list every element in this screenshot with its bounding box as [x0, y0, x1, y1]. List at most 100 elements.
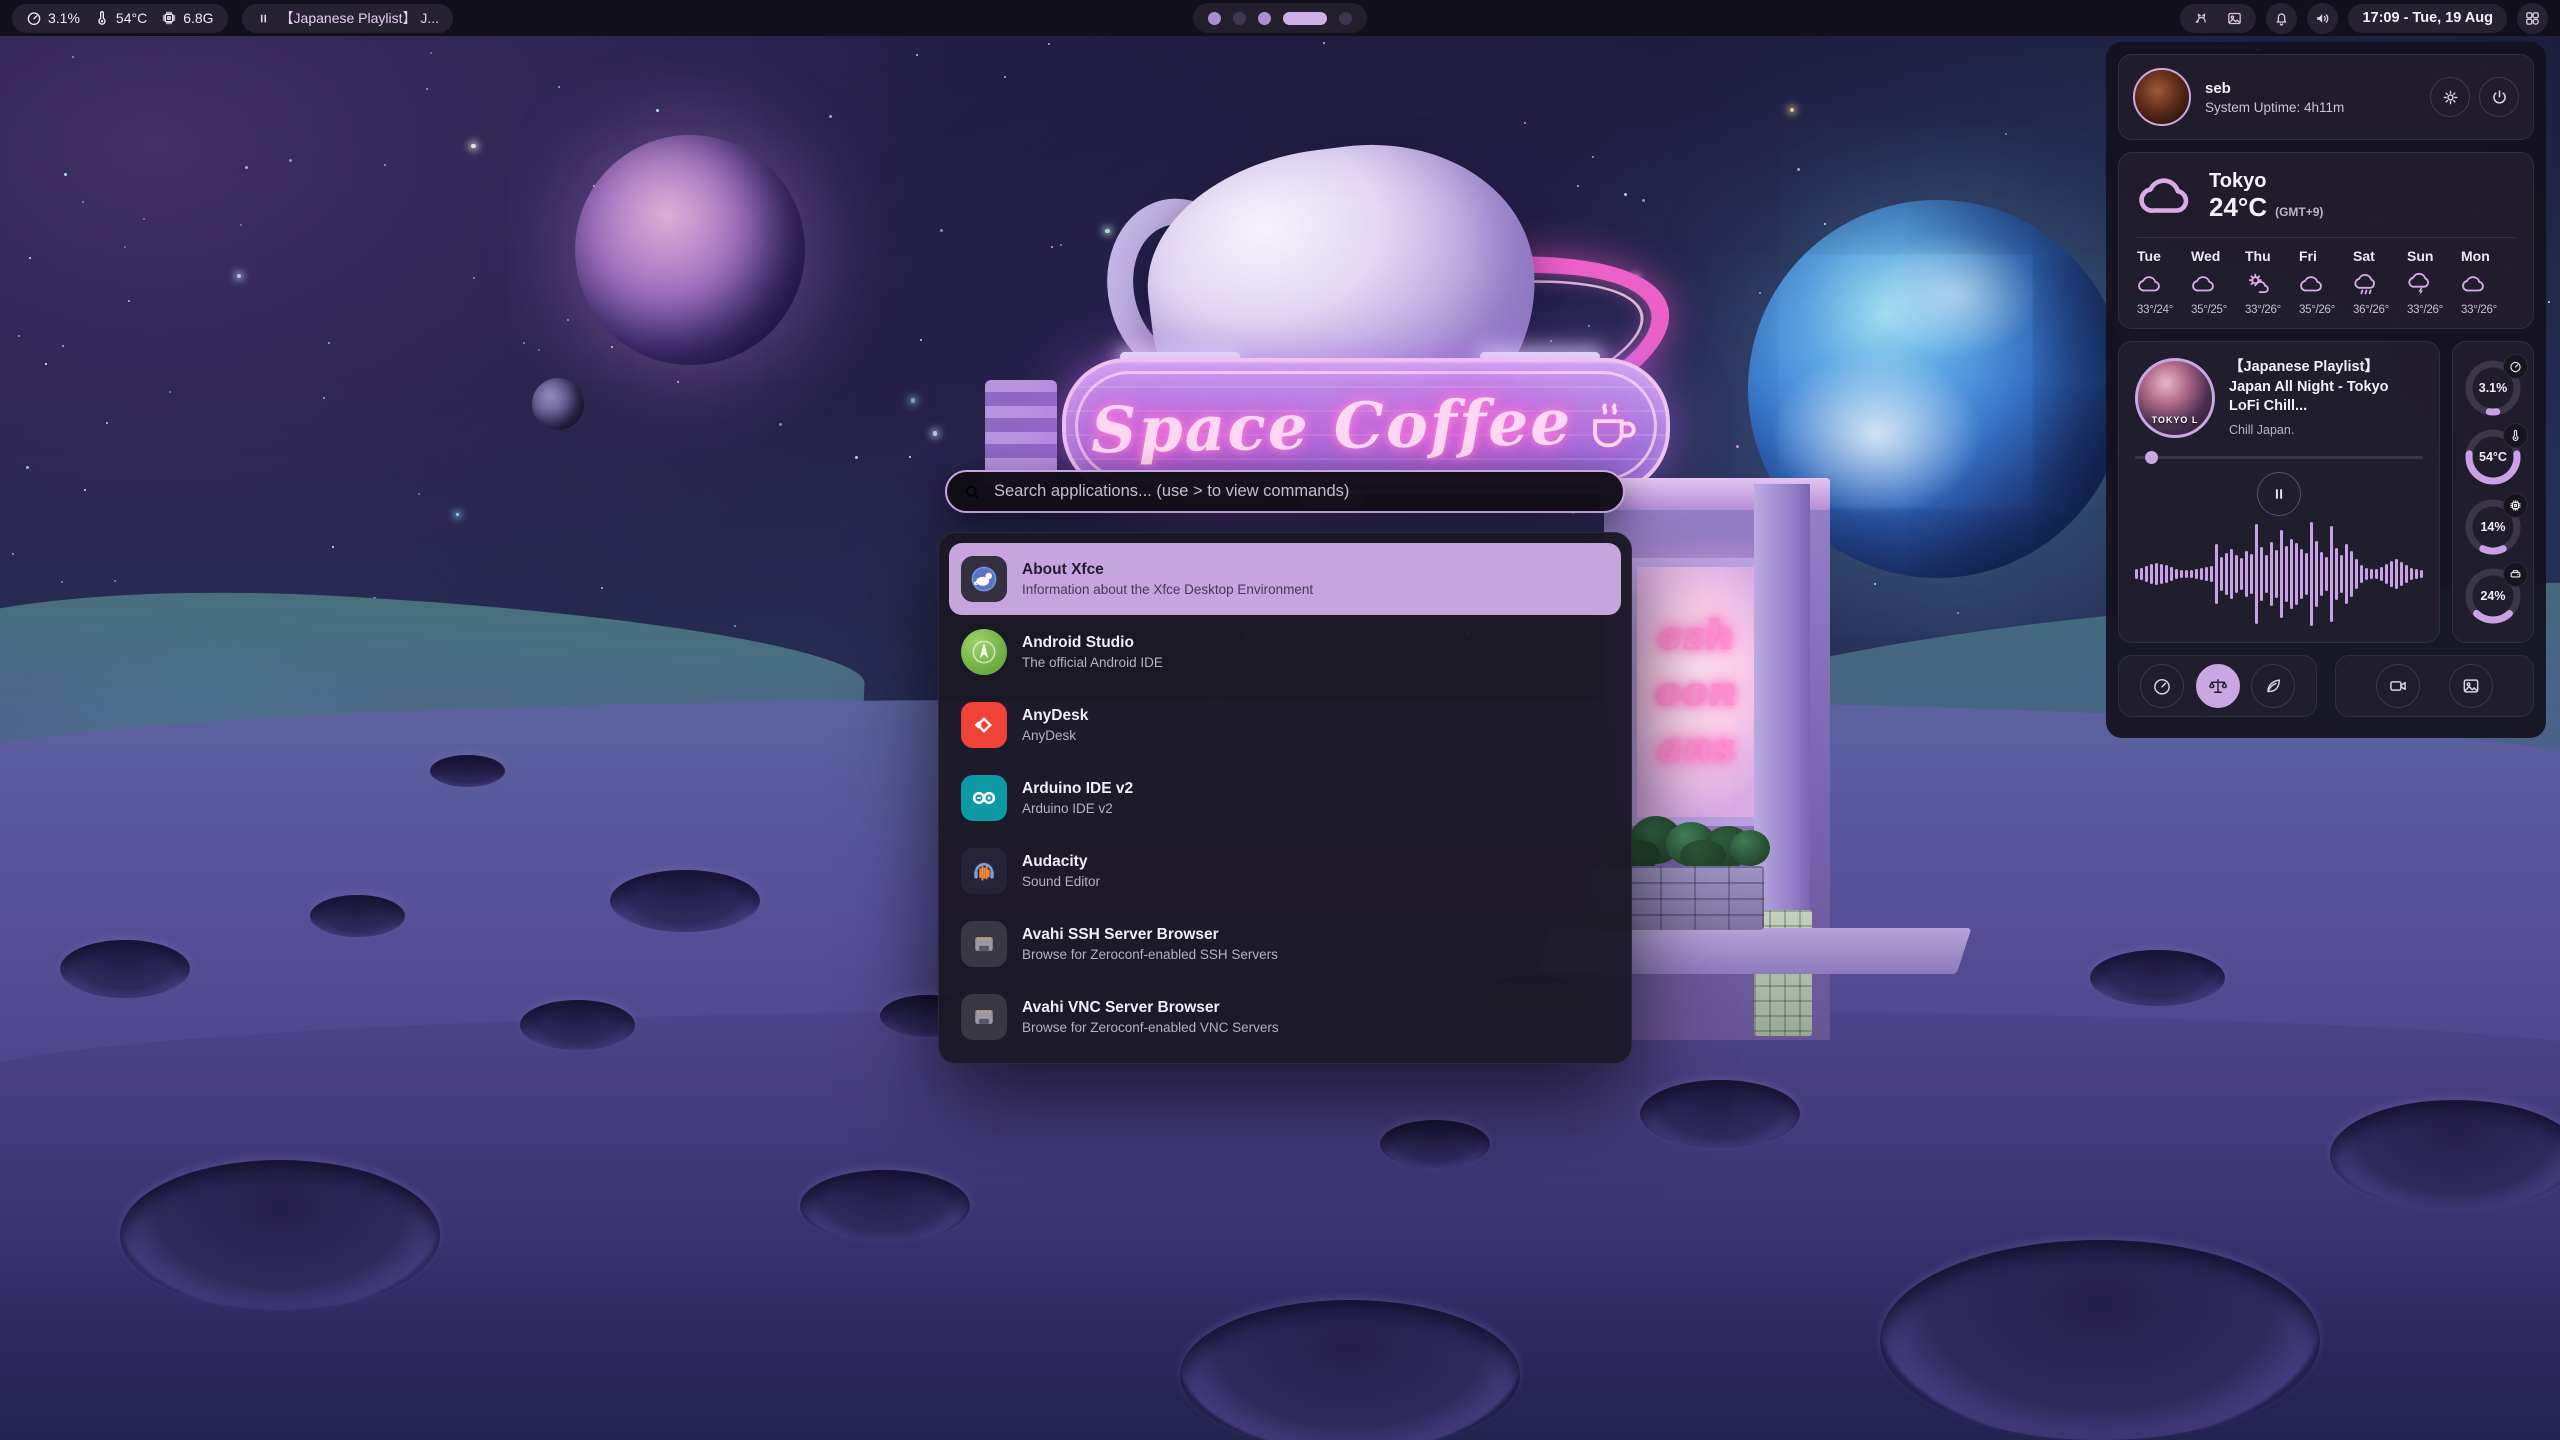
app-list-item-selected[interactable]: About XfceInformation about the Xfce Des… [949, 543, 1621, 615]
app-description: AnyDesk [1022, 727, 1088, 745]
waveform-bar [2220, 557, 2223, 590]
workspace-indicator[interactable] [1193, 3, 1367, 33]
workspace-dot-3[interactable] [1258, 12, 1271, 25]
launcher-search-bar[interactable] [945, 470, 1625, 513]
seek-thumb[interactable] [2145, 451, 2158, 464]
window-neon-text: esh [1657, 616, 1734, 656]
pause-button[interactable] [2257, 472, 2301, 516]
weather-city: Tokyo [2209, 170, 2323, 192]
waveform-bar [2150, 564, 2153, 585]
pause-icon [2270, 485, 2288, 503]
cloud-icon [2137, 271, 2163, 297]
storm-icon [2407, 271, 2433, 297]
moon-crater [800, 1170, 970, 1242]
app-list-item[interactable]: Avahi SSH Server BrowserBrowse for Zeroc… [949, 908, 1621, 980]
waveform-bar [2260, 547, 2263, 601]
settings-button[interactable] [2430, 77, 2470, 117]
waveform-bar [2360, 565, 2363, 584]
waveform-bar [2245, 551, 2248, 597]
image-icon [2226, 10, 2243, 27]
clock-pill[interactable]: 17:09 - Tue, 19 Aug [2348, 4, 2507, 33]
search-icon [963, 483, 981, 501]
quick-actions-left [2118, 655, 2317, 717]
media-player-pill[interactable]: 【Japanese Playlist】 J... [242, 4, 454, 33]
seek-bar[interactable] [2135, 450, 2423, 464]
media-pill-label: 【Japanese Playlist】 J... [280, 8, 440, 28]
volume-button[interactable] [2307, 3, 2338, 34]
top-bar: 3.1% 54°C 6.8G 【Japanese Playlist】 J... … [0, 0, 2560, 36]
temp-stat: 54°C [94, 10, 147, 26]
workspace-dot-2[interactable] [1233, 12, 1246, 25]
app-list-item[interactable]: AnyDeskAnyDesk [949, 689, 1621, 761]
forecast-day-fri: Fri35°/26° [2299, 248, 2353, 316]
power-button[interactable] [2479, 77, 2519, 117]
forecast-day-tue: Tue33°/24° [2137, 248, 2191, 316]
scales-quick-button[interactable] [2196, 664, 2240, 708]
waveform-bar [2275, 550, 2278, 598]
bell-icon [2273, 10, 2290, 27]
power-icon [2490, 88, 2509, 107]
moon-crater [1180, 1300, 1520, 1440]
waveform-bar [2390, 561, 2393, 587]
speedometer-quick-button[interactable] [2140, 664, 2184, 708]
grid-icon [2524, 10, 2541, 27]
cloud-icon [2137, 167, 2195, 225]
app-list-item[interactable]: AudacitySound Editor [949, 835, 1621, 907]
bell-icon [2273, 10, 2290, 27]
waveform-bar [2200, 568, 2203, 579]
app-list-item[interactable]: Arduino IDE v2Arduino IDE v2 [949, 762, 1621, 834]
search-input[interactable] [992, 481, 1607, 502]
dashboard-button[interactable] [2517, 3, 2548, 34]
utilities-pill[interactable] [2180, 4, 2256, 33]
sidebar-panel: seb System Uptime: 4h11m Tokyo 24°C (GMT… [2106, 42, 2546, 738]
waveform-bar [2215, 544, 2218, 604]
app-list-item[interactable]: Avahi VNC Server BrowserBrowse for Zeroc… [949, 981, 1621, 1053]
waveform-bar [2400, 562, 2403, 586]
waveform-bar [2380, 567, 2383, 581]
neon-cup-icon [1583, 397, 1641, 455]
waveform-bar [2340, 555, 2343, 592]
system-uptime: System Uptime: 4h11m [2205, 100, 2344, 115]
waveform-bar [2315, 541, 2318, 608]
neon-sign-text: Space Coffee [1091, 385, 1573, 467]
waveform-bar [2240, 558, 2243, 589]
user-card: seb System Uptime: 4h11m [2118, 54, 2534, 140]
avatar [2133, 68, 2191, 126]
top-bar-tray: 17:09 - Tue, 19 Aug [2180, 3, 2548, 34]
disk-icon [2509, 568, 2522, 581]
app-list-item[interactable]: Android StudioThe official Android IDE [949, 616, 1621, 688]
waveform-bar [2410, 568, 2413, 580]
notifications-button[interactable] [2266, 3, 2297, 34]
system-stats-pill[interactable]: 3.1% 54°C 6.8G [12, 4, 228, 33]
small-moon [532, 378, 584, 430]
app-launcher: About XfceInformation about the Xfce Des… [938, 470, 1632, 1064]
gauge-speedometer: 3.1% [2462, 357, 2524, 419]
workspace-dot-5[interactable] [1339, 12, 1352, 25]
forecast-day-wed: Wed35°/25° [2191, 248, 2245, 316]
video-icon [2388, 676, 2408, 696]
pet-icon [2193, 10, 2210, 27]
app-name: Audacity [1022, 852, 1100, 871]
clock-label: 17:09 - Tue, 19 Aug [2362, 10, 2493, 26]
anydesk-app-icon [961, 702, 1007, 748]
thermometer-icon [2509, 429, 2522, 442]
waveform-bar [2325, 557, 2328, 590]
album-art: TOKYO L [2135, 358, 2215, 438]
thermometer-icon [94, 10, 110, 26]
workspace-dot-4[interactable] [1283, 12, 1327, 25]
workspace-dot-1[interactable] [1208, 12, 1221, 25]
leaf-quick-button[interactable] [2251, 664, 2295, 708]
moon-crater [520, 1000, 635, 1050]
power-icon [2490, 88, 2509, 107]
cloud-icon [2191, 271, 2217, 297]
waveform-bar [2295, 543, 2298, 605]
moon-crater [2090, 950, 2225, 1006]
waveform-bar [2165, 565, 2168, 583]
waveform-bar [2345, 544, 2348, 604]
video-quick-button[interactable] [2376, 664, 2420, 708]
cpu-stat: 3.1% [26, 10, 80, 26]
image-quick-button[interactable] [2449, 664, 2493, 708]
xfce-app-icon [961, 556, 1007, 602]
purple-planet [575, 135, 805, 365]
search-icon [963, 483, 981, 501]
